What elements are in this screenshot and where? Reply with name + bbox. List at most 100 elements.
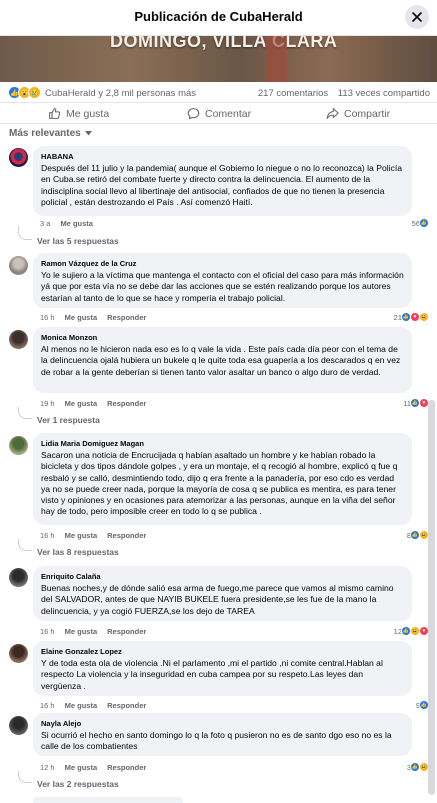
comment-author[interactable]: Lidia Maria Domiguez Magan xyxy=(41,439,404,448)
thread-line xyxy=(18,407,32,419)
share-label: Compartir xyxy=(344,107,391,120)
chevron-down-icon xyxy=(84,131,92,136)
comment-time[interactable]: 12 h xyxy=(40,763,55,772)
avatar[interactable] xyxy=(9,148,28,167)
comment-text: Si ocurrió el hecho en santo domingo lo … xyxy=(41,730,392,752)
comment-meta: 16 h Me gusta Responder xyxy=(40,313,146,322)
comment-count[interactable]: 217 comentarios xyxy=(258,88,328,99)
dialog-title: Publicación de CubaHerald xyxy=(134,9,303,24)
comment-meta: 16 h Me gusta Responder xyxy=(40,627,146,636)
avatar[interactable] xyxy=(9,330,28,349)
comment-time[interactable]: 16 h xyxy=(40,627,55,636)
comment-text: Al menos no le hicieron nada eso es lo q… xyxy=(41,344,401,377)
post-image[interactable]: DOMINGO, VILLA CLARA xyxy=(0,36,437,82)
comment-meta: 19 h Me gusta Responder xyxy=(40,399,146,408)
comment-author[interactable]: Enriquito Calaña xyxy=(41,572,404,581)
comment-time[interactable]: 3 a xyxy=(40,219,50,228)
comment-text: Después del 11 julio y la pandemia( aunq… xyxy=(41,163,403,207)
comment-meta: 16 h Me gusta Responder xyxy=(40,701,146,710)
thread-line xyxy=(18,539,32,551)
comment-reply-link[interactable]: Responder xyxy=(107,399,146,408)
scrollbar[interactable] xyxy=(428,400,435,795)
comment-reply-link[interactable]: Responder xyxy=(107,627,146,636)
view-replies-link[interactable]: Ver 1 respuesta xyxy=(37,415,100,425)
comment-author[interactable]: Nayla Alejo xyxy=(41,719,404,728)
comment-time[interactable]: 16 h xyxy=(40,313,55,322)
like-button[interactable]: Me gusta xyxy=(48,105,109,122)
comment-like-link[interactable]: Me gusta xyxy=(65,399,98,408)
sort-label: Más relevantes xyxy=(9,128,81,139)
comment-text: Sacaron una noticia de Encrucijada q hab… xyxy=(41,450,398,517)
comment-reply-link[interactable]: Responder xyxy=(107,531,146,540)
post-actions: Me gusta Comentar Compartir xyxy=(0,102,437,124)
share-button[interactable]: Compartir xyxy=(326,105,390,122)
comment-meta: 3 a Me gusta xyxy=(40,219,93,228)
avatar[interactable] xyxy=(9,644,28,663)
comment-reply-link[interactable]: Responder xyxy=(107,701,146,710)
comment-time[interactable]: 16 h xyxy=(40,701,55,710)
comment-author[interactable]: Ramon Vázquez de la Cruz xyxy=(41,259,404,268)
comment-like-link[interactable]: Me gusta xyxy=(60,219,93,228)
comment-meta: 16 h Me gusta Responder xyxy=(40,531,146,540)
post-stats: 👍 😮 😢 CubaHerald y 2,8 mil personas más … xyxy=(0,82,437,102)
avatar[interactable] xyxy=(9,568,28,587)
share-icon xyxy=(326,108,339,119)
view-replies-label: Ver las 5 respuestas xyxy=(37,236,119,246)
view-replies-link[interactable]: Ver las 5 respuestas xyxy=(37,236,119,246)
comment-author[interactable]: HABANA xyxy=(41,152,404,161)
next-comment-preview xyxy=(33,797,183,803)
avatar[interactable] xyxy=(9,436,28,455)
comment-like-link[interactable]: Me gusta xyxy=(65,763,98,772)
comment-label: Comentar xyxy=(205,107,252,120)
view-replies-link[interactable]: Ver las 2 respuestas xyxy=(37,779,119,789)
reaction-count[interactable]: 3 👍 😆 xyxy=(407,762,429,772)
reaction-count[interactable]: 21 👍 ♥ 😆 xyxy=(394,312,429,322)
like-icon: 👍 xyxy=(419,218,429,228)
comment-meta: 12 h Me gusta Responder xyxy=(40,763,146,772)
reaction-count[interactable]: 11 👍 ♥ xyxy=(403,398,429,408)
comment-author[interactable]: Elaine Gonzalez Lopez xyxy=(41,647,404,656)
view-replies-label: Ver las 8 respuestas xyxy=(37,547,119,557)
close-icon xyxy=(412,12,422,22)
reaction-count[interactable]: 12 👍 😆 ♥ xyxy=(394,626,429,636)
share-count[interactable]: 113 veces compartido xyxy=(338,88,430,99)
thumbs-up-icon xyxy=(49,108,61,119)
comment-sort-dropdown[interactable]: Más relevantes xyxy=(9,128,92,139)
reaction-count[interactable]: 56 👍 xyxy=(412,218,429,228)
reactors-text[interactable]: CubaHerald y 2,8 mil personas más xyxy=(45,88,196,99)
comment-like-link[interactable]: Me gusta xyxy=(65,627,98,636)
comment-reply-link[interactable]: Responder xyxy=(107,313,146,322)
comment-time[interactable]: 19 h xyxy=(40,399,55,408)
view-replies-label: Ver las 2 respuestas xyxy=(37,779,119,789)
post-image-caption: DOMINGO, VILLA CLARA xyxy=(110,36,338,51)
comment-button[interactable]: Comentar xyxy=(187,105,251,122)
comment-like-link[interactable]: Me gusta xyxy=(65,531,98,540)
comment-reply-link[interactable]: Responder xyxy=(107,763,146,772)
comment-bubble: Monica Monzon Al menos no le hicieron na… xyxy=(33,327,412,393)
view-replies-label: Ver 1 respuesta xyxy=(37,415,100,425)
comment-like-link[interactable]: Me gusta xyxy=(65,313,98,322)
thread-line xyxy=(18,771,32,783)
view-replies-link[interactable]: Ver las 8 respuestas xyxy=(37,547,119,557)
comment-bubble: HABANA Después del 11 julio y la pandemi… xyxy=(33,146,412,216)
sad-icon: 😢 xyxy=(28,86,41,99)
counts: 217 comentarios 113 veces compartido xyxy=(258,88,430,99)
comment-author[interactable]: Monica Monzon xyxy=(41,333,404,342)
like-label: Me gusta xyxy=(66,107,110,120)
avatar[interactable] xyxy=(9,256,28,275)
comment-bubble: Ramon Vázquez de la Cruz Yo le sujiero a… xyxy=(33,253,412,308)
comment-bubble: Nayla Alejo Si ocurrió el hecho en santo… xyxy=(33,713,412,756)
reaction-icons[interactable]: 👍 😮 😢 xyxy=(8,86,41,99)
haha-icon: 😆 xyxy=(419,312,429,322)
comment-text: Y de toda esta ola de violencia .Ni el p… xyxy=(41,658,383,691)
comment-icon xyxy=(187,108,200,120)
comment-like-link[interactable]: Me gusta xyxy=(65,701,98,710)
comment-text: Yo le sujiero a la víctima que mantenga … xyxy=(41,270,404,303)
comment-text: Buenas noches,y de dónde salió esa arma … xyxy=(41,583,394,616)
thread-line xyxy=(18,226,32,240)
avatar[interactable] xyxy=(9,716,28,735)
close-button[interactable] xyxy=(405,5,429,29)
comment-time[interactable]: 16 h xyxy=(40,531,55,540)
reaction-count[interactable]: 8 👍 😆 xyxy=(407,530,429,540)
comment-bubble: Lidia Maria Domiguez Magan Sacaron una n… xyxy=(33,433,412,525)
